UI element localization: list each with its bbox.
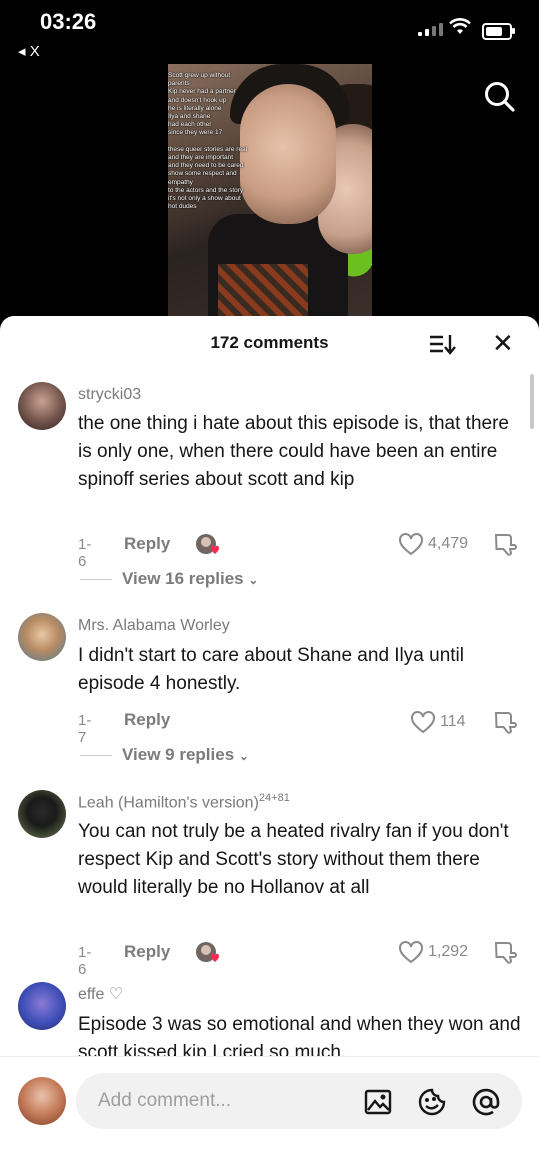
image-icon[interactable] [364,1088,392,1116]
search-icon[interactable] [483,80,517,114]
video-caption-overlay: Scott grew up without parents Kip never … [168,72,248,211]
scrollbar[interactable] [530,374,534,429]
comments-sheet: 172 comments ✕ strycki03 the one thing i… [0,316,539,1166]
reply-button[interactable]: Reply [124,534,170,554]
badge-count: 24 [258,792,272,804]
comment-username[interactable]: Leah (Hamilton's version)24+81 [78,792,290,812]
reply-button[interactable]: Reply [124,710,170,730]
heart-icon [399,941,423,964]
dislike-icon[interactable] [493,533,519,557]
comment-text: the one thing i hate about this episode … [78,413,509,490]
view-replies-button[interactable]: View 16 replies ⌄ [80,569,258,589]
comment-text: You can not truly be a heated rivalry fa… [78,821,509,898]
comment-username[interactable]: effe ♡ [78,984,123,1004]
comment-count: 172 comments [210,333,329,352]
emoji-icon[interactable] [417,1087,447,1117]
heart-icon [399,533,423,556]
chevron-down-icon: ⌄ [238,749,249,763]
back-to-app-button[interactable]: ◂ X [18,42,40,60]
heart-icon [411,711,435,734]
clock: 03:26 [40,9,97,34]
close-icon[interactable]: ✕ [492,330,514,356]
comment-date: 1-6 [78,944,92,978]
comment-input-placeholder: Add comment... [98,1090,232,1111]
avatar[interactable] [18,382,66,430]
avatar[interactable] [18,982,66,1030]
comment-text: I didn't start to care about Shane and I… [78,645,464,694]
comment-input[interactable]: Add comment... [76,1073,522,1129]
my-avatar[interactable] [18,1077,66,1125]
dislike-icon[interactable] [493,941,519,965]
chevron-down-icon: ⌄ [248,573,259,587]
mention-icon[interactable] [470,1086,502,1118]
like-count: 1,292 [428,943,469,960]
comment-username[interactable]: Mrs. Alabama Worley [78,617,230,635]
comment-date: 1-6 [78,536,92,570]
battery-icon [482,23,512,40]
view-replies-button[interactable]: View 9 replies ⌄ [80,745,249,765]
creator-liked-icon [196,534,219,554]
like-count: 114 [440,713,466,730]
signal-icon [418,22,443,36]
creator-liked-icon [196,942,219,962]
comment-username[interactable]: strycki03 [78,386,141,404]
avatar[interactable] [18,790,66,838]
status-bar: 03:26 ◂ X [0,0,539,60]
video-preview[interactable]: Scott grew up without parents Kip never … [168,64,372,316]
sort-icon[interactable] [429,333,457,355]
comments-header: 172 comments ✕ [0,316,539,368]
badge-count: +81 [271,792,290,804]
avatar[interactable] [18,613,66,661]
comment-composer: Add comment... [0,1056,539,1167]
dislike-icon[interactable] [493,711,519,735]
reply-button[interactable]: Reply [124,942,170,962]
wifi-icon [449,18,471,34]
comment-date: 1-7 [78,712,92,746]
like-count: 4,479 [428,535,469,552]
